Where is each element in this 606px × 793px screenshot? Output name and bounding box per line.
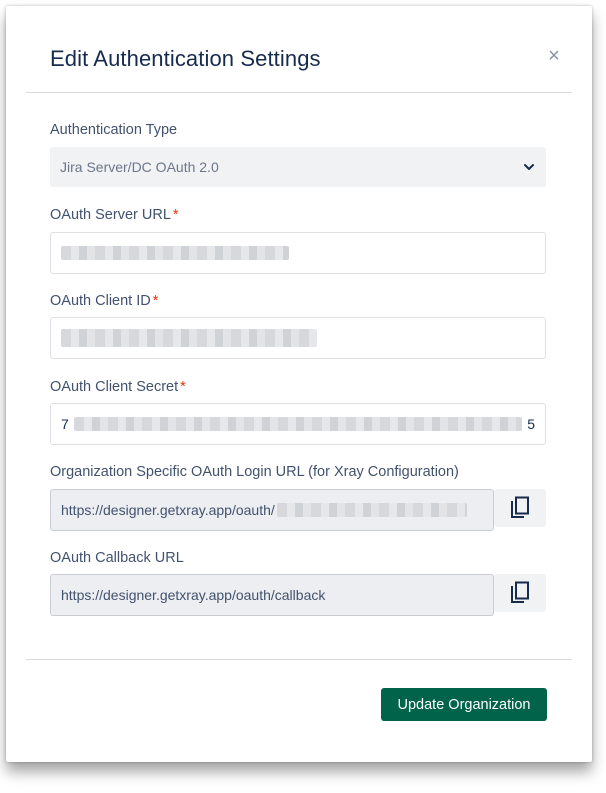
close-button[interactable]: ×: [544, 46, 564, 66]
client-secret-input[interactable]: 7 5: [50, 403, 546, 445]
server-url-label: OAuth Server URL *: [50, 207, 179, 223]
required-mark: *: [172, 207, 179, 223]
redacted-value: [276, 503, 467, 517]
required-mark: *: [152, 293, 159, 309]
auth-type-select[interactable]: Jira Server/DC OAuth 2.0: [50, 147, 546, 187]
redacted-value: [74, 417, 522, 431]
login-url-field: https://designer.getxray.app/oauth/: [50, 489, 494, 531]
copy-icon: [511, 581, 529, 603]
copy-icon: [511, 496, 529, 518]
update-organization-button[interactable]: Update Organization: [381, 688, 547, 721]
dialog-header: Edit Authentication Settings ×: [26, 6, 572, 93]
close-icon: ×: [548, 45, 560, 67]
secret-end: 5: [527, 416, 535, 432]
secret-start: 7: [61, 416, 69, 432]
dialog-title: Edit Authentication Settings: [50, 46, 321, 71]
auth-type-value: Jira Server/DC OAuth 2.0: [60, 159, 219, 175]
edit-auth-dialog: Edit Authentication Settings × Authentic…: [6, 6, 592, 762]
client-secret-label: OAuth Client Secret *: [50, 379, 186, 395]
callback-url-label: OAuth Callback URL: [50, 550, 184, 566]
login-url-label: Organization Specific OAuth Login URL (f…: [50, 464, 459, 480]
auth-type-label: Authentication Type: [50, 122, 178, 138]
client-id-input[interactable]: [50, 317, 546, 359]
redacted-value: [61, 329, 317, 347]
chevron-down-icon: [524, 164, 534, 170]
client-id-label: OAuth Client ID *: [50, 293, 159, 309]
footer-divider: [26, 659, 572, 660]
required-mark: *: [180, 379, 186, 395]
callback-url-value: https://designer.getxray.app/oauth/callb…: [61, 587, 326, 603]
login-url-value: https://designer.getxray.app/oauth/: [61, 502, 275, 518]
redacted-value: [61, 246, 289, 260]
server-url-input[interactable]: [50, 232, 546, 274]
copy-login-url-button[interactable]: [494, 489, 546, 527]
callback-url-field: https://designer.getxray.app/oauth/callb…: [50, 574, 494, 616]
copy-callback-url-button[interactable]: [494, 574, 546, 612]
